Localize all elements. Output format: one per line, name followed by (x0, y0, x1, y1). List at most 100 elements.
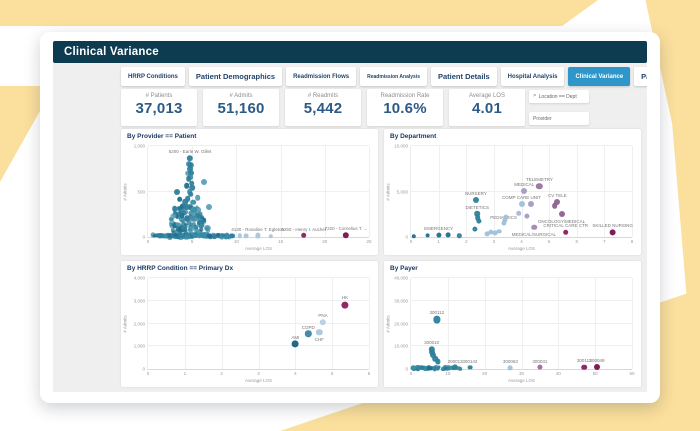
data-point[interactable] (581, 364, 587, 370)
data-point[interactable] (201, 233, 206, 238)
data-point[interactable] (292, 341, 299, 348)
filter-location-dept[interactable]: ⌕Location == Dept (529, 90, 589, 103)
tab-label: Patient Details (438, 72, 490, 81)
data-point[interactable] (238, 234, 242, 238)
x-tick-label: 15 (278, 239, 283, 244)
tab-clinical-variance[interactable]: Clinical Variance (568, 67, 630, 86)
tab-hospital-analysis[interactable]: Hospital Analysis (501, 67, 565, 86)
data-point[interactable] (176, 222, 181, 227)
tab-patient-details[interactable]: Patient Details (431, 67, 497, 86)
data-point[interactable] (230, 234, 235, 239)
data-point[interactable] (412, 234, 416, 238)
filter-panel: ⌕Location == Dept Provider (529, 90, 589, 134)
x-axis-title: Average LOS (508, 378, 535, 383)
data-point[interactable] (209, 234, 213, 238)
data-point[interactable] (301, 233, 307, 239)
data-point[interactable] (436, 359, 441, 364)
x-tick-label: 4 (294, 371, 297, 376)
y-axis-title: # Admits (123, 315, 128, 332)
gridline-v (485, 278, 486, 369)
data-point[interactable] (519, 201, 525, 207)
data-point[interactable] (436, 232, 441, 237)
data-point[interactable] (172, 206, 178, 212)
data-point[interactable] (425, 233, 430, 238)
data-point[interactable] (320, 319, 326, 325)
chart-panel-by-department: By Department05,00010,000012345678Averag… (384, 129, 641, 255)
data-point[interactable] (516, 211, 522, 217)
tab-readmission-analysis[interactable]: Readmission Analysis (360, 67, 427, 86)
data-point[interactable] (559, 211, 565, 217)
x-tick-label: 5 (331, 371, 334, 376)
tab-label: Hospital Analysis (508, 74, 558, 80)
chart-title: By Provider == Patient (127, 133, 196, 140)
data-point[interactable] (563, 229, 569, 235)
point-label: CV TELE (548, 193, 567, 198)
data-point[interactable] (197, 213, 202, 218)
point-label: NURSERY (465, 191, 487, 196)
data-point[interactable] (190, 200, 196, 206)
data-point[interactable] (216, 233, 220, 237)
data-point[interactable] (472, 226, 477, 231)
data-point[interactable] (536, 183, 542, 189)
data-point[interactable] (161, 234, 164, 237)
y-tick-label: 500 (137, 189, 145, 194)
data-point[interactable] (537, 365, 542, 370)
data-point[interactable] (305, 331, 311, 337)
y-axis-title: # Admits (386, 183, 391, 200)
data-point[interactable] (185, 217, 189, 221)
data-point[interactable] (473, 197, 479, 203)
data-point[interactable] (446, 366, 450, 370)
point-label: 300142 (462, 359, 477, 364)
data-point[interactable] (174, 233, 178, 237)
data-point[interactable] (609, 229, 616, 236)
data-point[interactable] (316, 329, 322, 335)
data-point[interactable] (201, 179, 207, 185)
data-point[interactable] (205, 227, 209, 231)
data-point[interactable] (531, 225, 537, 231)
filter-provider[interactable]: Provider (529, 112, 589, 125)
data-point[interactable] (153, 234, 156, 237)
data-point[interactable] (343, 232, 349, 238)
data-point[interactable] (255, 233, 260, 238)
data-point[interactable] (521, 188, 527, 194)
data-point[interactable] (269, 234, 273, 238)
data-point[interactable] (552, 203, 558, 209)
data-point[interactable] (508, 365, 513, 370)
data-point[interactable] (453, 365, 458, 370)
tab-patient-demographics[interactable]: Patient Demographics (189, 67, 282, 86)
data-point[interactable] (476, 218, 481, 223)
point-label: 300112 (429, 310, 444, 315)
data-point[interactable] (341, 301, 348, 308)
y-tick-label: 40,000 (394, 276, 408, 281)
filter-label: Provider (533, 116, 552, 122)
data-point[interactable] (192, 207, 198, 213)
x-tick-label: 3 (493, 239, 496, 244)
data-point[interactable] (594, 364, 600, 370)
tab-bar: HRRP Conditions Patient Demographics Readm… (121, 67, 647, 86)
data-point[interactable] (524, 213, 529, 218)
data-point[interactable] (244, 234, 249, 239)
data-point[interactable] (497, 229, 502, 234)
data-point[interactable] (528, 201, 534, 207)
x-tick-label: 7 (603, 239, 606, 244)
data-point[interactable] (206, 204, 212, 210)
data-point[interactable] (468, 365, 473, 370)
data-point[interactable] (222, 234, 225, 237)
y-tick-label: 0 (142, 367, 145, 372)
data-point[interactable] (181, 235, 185, 239)
x-tick-label: 5 (191, 239, 194, 244)
data-point[interactable] (446, 233, 451, 238)
tab-readmission-flows[interactable]: Readmission Flows (286, 67, 356, 86)
kpi-card-readmission-rate: Readmission Rate10.6% (367, 89, 443, 126)
x-tick-label: 1 (437, 239, 440, 244)
data-point[interactable] (457, 234, 461, 238)
tab-patient-chart[interactable]: Patient Chart (634, 67, 647, 86)
data-point[interactable] (174, 189, 180, 195)
x-tick-label: 40 (556, 371, 561, 376)
tab-hrrp-conditions[interactable]: HRRP Conditions (121, 67, 185, 86)
kpi-card--patients: # Patients37,013 (121, 89, 197, 126)
tab-label: Readmission Flows (293, 74, 349, 80)
tab-label: HRRP Conditions (128, 74, 178, 80)
kpi-label: Average LOS (449, 93, 525, 99)
data-point[interactable] (183, 204, 189, 210)
